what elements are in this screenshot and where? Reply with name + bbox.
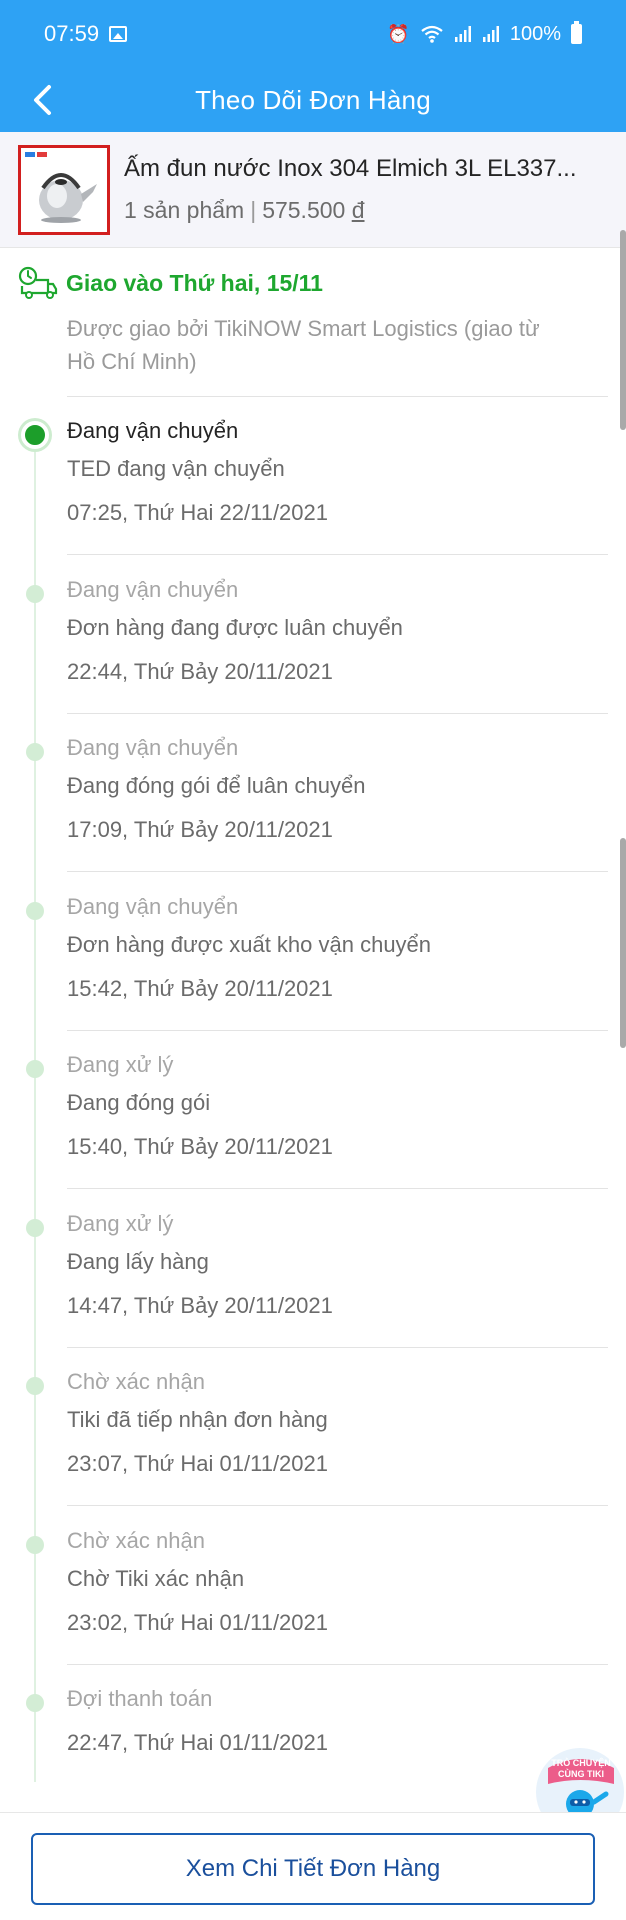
product-price: 575.500 — [262, 197, 346, 223]
timeline-description: Đơn hàng đang được luân chuyển — [67, 615, 403, 640]
timeline-text: Đang vận chuyển Đơn hàng đang được luân c… — [67, 577, 607, 685]
timeline-dot — [26, 1060, 44, 1078]
divider — [67, 396, 608, 397]
chat-label-line1: TRÒ CHUYỆN — [551, 1757, 611, 1768]
timeline-description: TED đang vận chuyển — [67, 456, 285, 481]
app-header: Theo Dõi Đơn Hàng — [0, 68, 626, 132]
status-right: ⏰ 100% — [387, 21, 582, 46]
product-thumbnail — [18, 144, 110, 235]
timeline-status: Đang xử lý — [67, 1211, 174, 1236]
timeline-description: Đang đóng gói — [67, 1090, 211, 1115]
timeline-status: Đang xử lý — [67, 1052, 174, 1077]
timeline-divider — [67, 1505, 608, 1506]
scrollbar-thumb[interactable] — [620, 230, 626, 430]
product-info: Ấm đun nước Inox 304 Elmich 3L EL337... … — [124, 155, 577, 224]
timeline-dot-active — [21, 421, 49, 449]
product-summary[interactable]: Ấm đun nước Inox 304 Elmich 3L EL337... … — [0, 132, 626, 248]
timeline-divider — [67, 713, 608, 714]
timeline-description: Chờ Tiki xác nhận — [67, 1566, 245, 1591]
meta-separator: | — [250, 197, 257, 223]
timeline-dot — [26, 1219, 44, 1237]
timeline-divider — [67, 1188, 608, 1189]
delivery-carrier: Được giao bởi TikiNOW Smart Logistics (g… — [67, 312, 608, 378]
timeline-time: 15:42, Thứ Bảy 20/11/2021 — [67, 976, 333, 1001]
timeline-text: Đang xử lý Đang lấy hàng 14:47, Thứ Bảy 20… — [67, 1211, 607, 1319]
timeline-dot — [26, 1377, 44, 1395]
timeline-dot — [26, 1694, 44, 1712]
delivery-carrier-line2: Hồ Chí Minh) — [67, 349, 197, 374]
timeline-text: Chờ xác nhận Tiki đã tiếp nhận đơn hàng 23… — [67, 1369, 607, 1477]
timeline-time: 23:02, Thứ Hai 01/11/2021 — [67, 1610, 328, 1635]
delivery-carrier-line1: Được giao bởi TikiNOW Smart Logistics (g… — [67, 316, 540, 341]
timeline-status: Chờ xác nhận — [67, 1369, 205, 1394]
alarm-icon: ⏰ — [387, 24, 410, 44]
product-name: Ấm đun nước Inox 304 Elmich 3L EL337... — [124, 155, 577, 182]
signal-icon — [454, 26, 471, 42]
timeline-description: Đơn hàng được xuất kho vận chuyển — [67, 932, 432, 957]
timeline-text: Đang xử lý Đang đóng gói 15:40, Thứ Bảy 20… — [67, 1052, 607, 1160]
timeline-divider — [67, 871, 608, 872]
timeline-status: Đang vận chuyển — [67, 894, 239, 919]
timeline-description: Tiki đã tiếp nhận đơn hàng — [67, 1407, 328, 1432]
status-time: 07:59 — [44, 21, 100, 46]
signal-icon — [482, 26, 499, 42]
chevron-left-icon — [34, 85, 51, 115]
chat-label-line2: CÙNG TIKI — [558, 1768, 604, 1779]
status-left: 07:59 — [44, 21, 128, 47]
timeline-time: 15:40, Thứ Bảy 20/11/2021 — [67, 1134, 333, 1159]
timeline-time: 23:07, Thứ Hai 01/11/2021 — [67, 1451, 328, 1476]
timeline-text: Đang vận chuyển TED đang vận chuyển 07:25,… — [67, 418, 607, 526]
timeline-status: Chờ xác nhận — [67, 1528, 205, 1553]
timeline-divider — [67, 1030, 608, 1031]
battery-percent: 100% — [509, 22, 561, 45]
battery-icon — [571, 21, 582, 44]
timeline-time: 14:47, Thứ Bảy 20/11/2021 — [67, 1293, 333, 1318]
timeline-line — [34, 432, 36, 1782]
timeline-text: Đang vận chuyển Đơn hàng được xuất kho vậ… — [67, 894, 607, 1002]
back-button[interactable] — [18, 78, 66, 122]
timeline-description: Đang lấy hàng — [67, 1249, 209, 1274]
timeline-dot — [26, 585, 44, 603]
timeline-dot — [26, 743, 44, 761]
timeline-dot — [26, 1536, 44, 1554]
timeline-time: 17:09, Thứ Bảy 20/11/2021 — [67, 817, 333, 842]
timeline-status: Đợi thanh toán — [67, 1686, 213, 1711]
truck-clock-icon — [18, 266, 58, 299]
timeline-time: 22:44, Thứ Bảy 20/11/2021 — [67, 659, 333, 684]
timeline-text: Đợi thanh toán 22:47, Thứ Hai 01/11/2021 — [67, 1686, 607, 1756]
wifi-icon — [421, 25, 443, 43]
timeline-time: 07:25, Thứ Hai 22/11/2021 — [67, 500, 328, 525]
timeline-text: Chờ xác nhận Chờ Tiki xác nhận 23:02, Thứ … — [67, 1528, 607, 1636]
product-meta: 1 sản phẩm | 575.500 đ — [124, 197, 577, 224]
currency-symbol: đ — [351, 197, 365, 223]
delivery-row: Giao vào Thứ hai, 15/11 — [18, 266, 608, 300]
bottom-bar: Xem Chi Tiết Đơn Hàng — [0, 1812, 626, 1920]
timeline-status: Đang vận chuyển — [67, 735, 239, 760]
timeline-divider — [67, 1347, 608, 1348]
timeline-status: Đang vận chuyển — [67, 577, 239, 602]
status-bar: 07:59 ⏰ 100% — [0, 0, 626, 68]
delivery-date: Giao vào Thứ hai, 15/11 — [66, 269, 323, 296]
view-order-detail-button[interactable]: Xem Chi Tiết Đơn Hàng — [31, 1833, 595, 1905]
timeline-divider — [67, 554, 608, 555]
product-count: 1 sản phẩm — [124, 197, 245, 223]
timeline-dot — [26, 902, 44, 920]
image-icon — [109, 26, 128, 42]
timeline-divider — [67, 1664, 608, 1665]
page-title: Theo Dõi Đơn Hàng — [195, 84, 431, 115]
timeline-description: Đang đóng gói để luân chuyển — [67, 773, 366, 798]
kettle-image — [21, 147, 107, 232]
timeline-time: 22:47, Thứ Hai 01/11/2021 — [67, 1730, 328, 1755]
scrollbar-thumb[interactable] — [620, 838, 626, 1048]
timeline-text: Đang vận chuyển Đang đóng gói để luân chu… — [67, 735, 607, 843]
timeline-status: Đang vận chuyển — [67, 418, 239, 443]
delivery-info: Giao vào Thứ hai, 15/11 Được giao bởi Ti… — [18, 266, 608, 378]
